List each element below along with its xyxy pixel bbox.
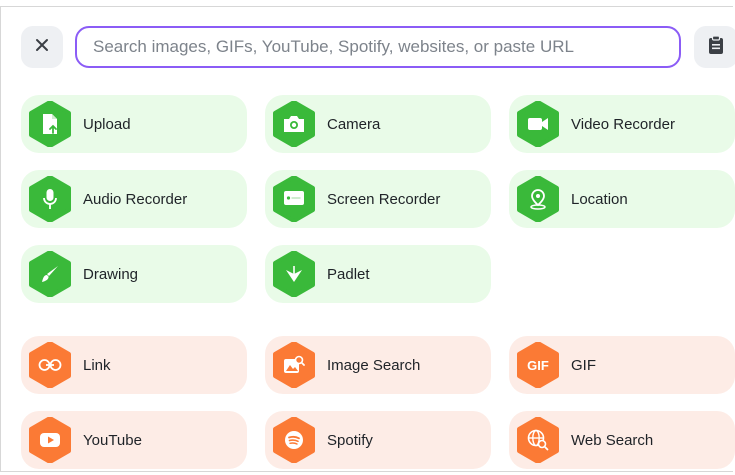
option-spotify[interactable]: Spotify: [265, 411, 491, 469]
option-link[interactable]: Link: [21, 336, 247, 394]
screen-record-icon: [271, 176, 317, 222]
microphone-icon: [27, 176, 73, 222]
option-image-search[interactable]: Image Search: [265, 336, 491, 394]
option-gif[interactable]: GIF GIF: [509, 336, 735, 394]
option-location[interactable]: Location: [509, 170, 735, 228]
option-label: Image Search: [327, 356, 421, 374]
dialog-frame: Upload Camera Video Recorder Audio Recor…: [0, 6, 735, 472]
image-search-icon: [271, 342, 317, 388]
option-video-recorder[interactable]: Video Recorder: [509, 95, 735, 153]
video-camera-icon: [515, 101, 561, 147]
close-icon: [34, 37, 50, 58]
option-screen-recorder[interactable]: Screen Recorder: [265, 170, 491, 228]
option-label: Spotify: [327, 431, 373, 449]
spotify-icon: [271, 417, 317, 463]
option-label: Padlet: [327, 265, 370, 283]
option-label: Screen Recorder: [327, 190, 441, 208]
option-padlet[interactable]: Padlet: [265, 245, 491, 303]
clipboard-icon: [707, 34, 725, 60]
option-label: Audio Recorder: [83, 190, 188, 208]
option-label: YouTube: [83, 431, 142, 449]
gif-icon: GIF: [515, 342, 561, 388]
option-label: Upload: [83, 115, 131, 133]
search-input[interactable]: [77, 28, 679, 66]
location-pin-icon: [515, 176, 561, 222]
youtube-icon: [27, 417, 73, 463]
gif-icon-text: GIF: [527, 357, 549, 373]
option-label: Camera: [327, 115, 381, 133]
option-label: Location: [571, 190, 628, 208]
option-audio-recorder[interactable]: Audio Recorder: [21, 170, 247, 228]
option-upload[interactable]: Upload: [21, 95, 247, 153]
option-label: Drawing: [83, 265, 139, 283]
brush-icon: [27, 251, 73, 297]
camera-icon: [271, 101, 317, 147]
option-web-search[interactable]: Web Search: [509, 411, 735, 469]
option-drawing[interactable]: Drawing: [21, 245, 247, 303]
option-youtube[interactable]: YouTube: [21, 411, 247, 469]
top-bar: [1, 7, 735, 87]
option-label: Video Recorder: [571, 115, 675, 133]
paste-clipboard-button[interactable]: [694, 26, 735, 68]
option-camera[interactable]: Camera: [265, 95, 491, 153]
option-label: Link: [83, 356, 111, 374]
link-icon: [27, 342, 73, 388]
web-search-icon: [515, 417, 561, 463]
search-box: [75, 26, 681, 68]
padlet-logo-icon: [271, 251, 317, 297]
close-button[interactable]: [21, 26, 63, 68]
option-label: Web Search: [571, 431, 654, 449]
option-label: GIF: [571, 356, 596, 374]
upload-file-icon: [27, 101, 73, 147]
